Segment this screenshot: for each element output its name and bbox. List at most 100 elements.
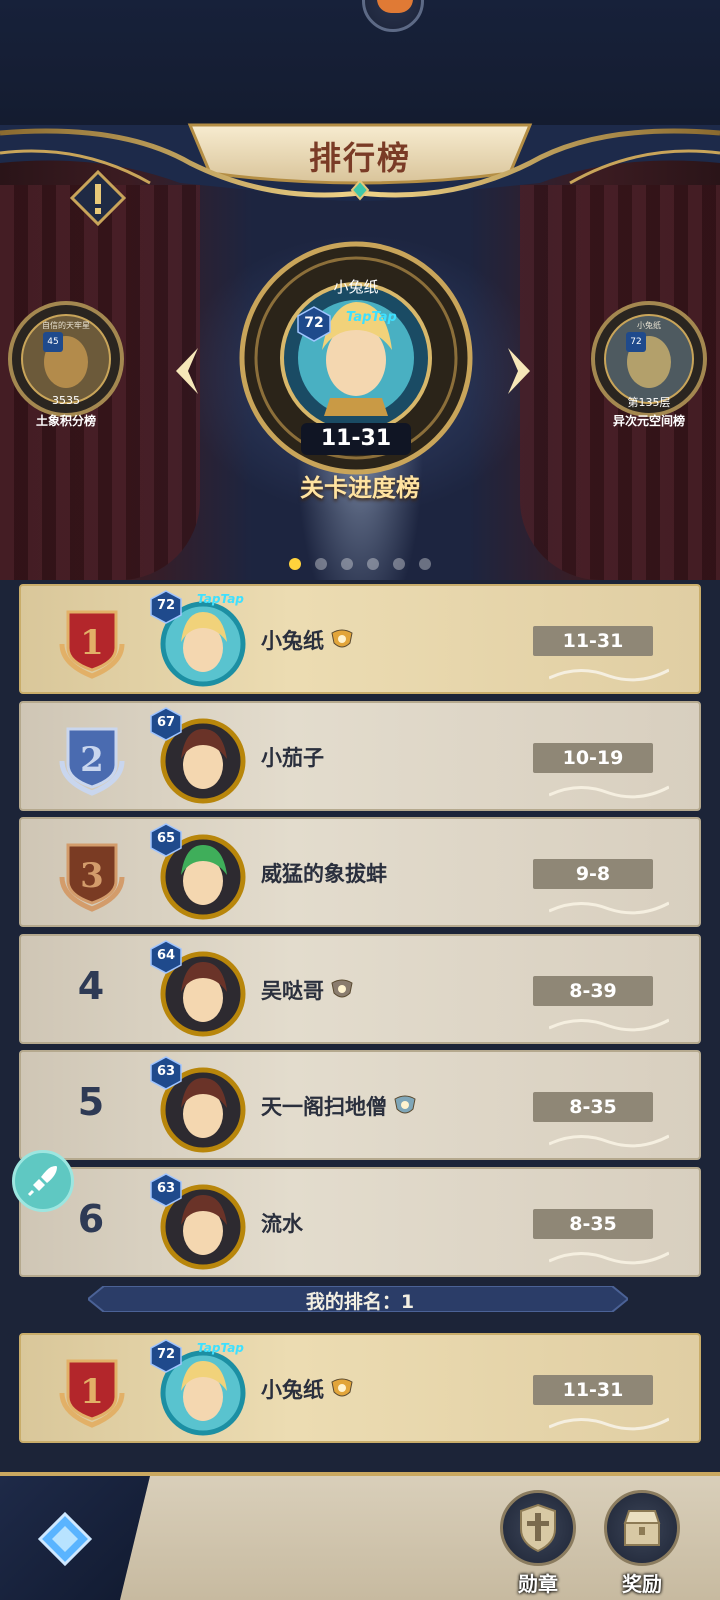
ranking-row[interactable]: 6 63 流水 8-35: [19, 1166, 701, 1277]
player-name-text: 吴哒哥: [261, 978, 324, 1003]
stage-progress: 8-35: [533, 1092, 653, 1122]
rank-number: 5: [77, 1080, 105, 1124]
rank-medal-icon: 1: [59, 610, 125, 679]
ranking-row[interactable]: 5 63 天一阁扫地僧 8-35: [19, 1050, 701, 1160]
ranking-row[interactable]: 1 72 TapTap 小兔纸 11-31: [19, 584, 701, 694]
ranking-row[interactable]: 1 72 TapTap 小兔纸 11-31: [19, 1333, 701, 1443]
level-number: 64: [156, 947, 176, 963]
center-taptap-badge: TapTap: [346, 310, 397, 325]
level-badge: 67: [149, 706, 183, 741]
center-level-badge: 72: [296, 306, 332, 342]
player-avatar[interactable]: 64: [149, 939, 247, 1038]
title-emblem-icon[interactable]: [330, 979, 354, 1001]
right-arrow-icon: [508, 348, 530, 394]
reward-chest-icon: [623, 1510, 661, 1546]
rank-medal-icon: 1: [59, 1359, 125, 1428]
page-dot[interactable]: [393, 558, 405, 570]
level-badge: 63: [149, 1172, 183, 1207]
info-icon: [69, 169, 127, 227]
crystal-emblem-icon: [37, 1511, 93, 1567]
leaderboard-card-earth-score[interactable]: 自信的天牢星 3535 土象积分榜 45: [7, 300, 125, 428]
player-avatar[interactable]: 72 TapTap: [149, 1339, 247, 1437]
rank-medal: 1: [54, 1353, 130, 1429]
quick-launch-button[interactable]: [12, 1150, 74, 1212]
player-avatar[interactable]: 63: [149, 1172, 247, 1271]
rank-medal: 2: [54, 721, 130, 797]
rank-medal: 1: [54, 604, 130, 680]
ranking-row[interactable]: 2 67 小茄子 10-19: [19, 700, 701, 811]
level-badge: 65: [149, 823, 183, 857]
row-flourish-ornament: [548, 1247, 670, 1267]
rank-medal: 3: [54, 837, 130, 913]
player-name-text: 天一阁扫地僧: [261, 1095, 387, 1119]
medal-right-score: 第135层: [627, 396, 671, 409]
medal-right-small-title: 小兔纸: [637, 321, 661, 330]
player-avatar[interactable]: 72 TapTap: [149, 590, 247, 688]
player-avatar[interactable]: 63: [149, 1056, 247, 1154]
player-name: 流水: [261, 1208, 303, 1238]
player-name: 威猛的象拔蚌: [261, 858, 387, 888]
next-board-button[interactable]: [506, 346, 532, 396]
player-name-text: 流水: [261, 1211, 303, 1236]
title-emblem-icon[interactable]: [330, 629, 354, 651]
center-level: 72: [304, 315, 324, 331]
player-avatar[interactable]: 65: [149, 823, 247, 921]
reward-button[interactable]: [604, 1490, 680, 1566]
taptap-badge: TapTap: [197, 592, 244, 606]
top-band: [0, 0, 720, 125]
left-arrow-icon: [176, 348, 198, 394]
player-name: 小兔纸: [261, 1374, 354, 1404]
row-flourish-ornament: [548, 781, 670, 801]
ranking-row[interactable]: 4 64 吴哒哥 8-39: [19, 933, 701, 1044]
leaderboard-card-stage-progress[interactable]: 小兔纸 72 TapTap 11-31: [238, 240, 474, 476]
center-score: 11-31: [301, 423, 411, 455]
player-name: 小茄子: [261, 742, 324, 772]
taptap-badge: TapTap: [197, 1341, 244, 1355]
player-name-text: 小茄子: [261, 745, 324, 770]
level-number: 65: [156, 831, 176, 846]
stage-progress: 9-8: [533, 859, 653, 889]
medal-left-level: 45: [43, 332, 63, 352]
medal-button[interactable]: [500, 1490, 576, 1566]
medal-button-label: 勋章: [518, 1572, 558, 1596]
rank-medal-icon: 3: [59, 843, 125, 912]
level-number: 72: [156, 1347, 176, 1362]
stage-progress: 11-31: [533, 1375, 653, 1405]
page-dot[interactable]: [315, 558, 327, 570]
ranking-row[interactable]: 3 65 威猛的象拔蚌 9-8: [19, 817, 701, 927]
player-name: 吴哒哥: [261, 975, 354, 1005]
level-badge: 63: [149, 1056, 183, 1090]
level-badge: 72: [149, 1339, 183, 1373]
title-emblem-icon[interactable]: [393, 1095, 417, 1117]
carousel-page-indicator: [0, 555, 720, 574]
level-number: 63: [156, 1064, 176, 1079]
medal-icon: [520, 1503, 556, 1553]
leaderboard-card-dimension-space[interactable]: 小兔纸 第135层 异次元空间榜 72: [590, 300, 708, 428]
row-flourish-ornament: [548, 897, 670, 917]
prev-board-button[interactable]: [174, 346, 200, 396]
center-board-name: 关卡进度榜: [300, 474, 420, 502]
center-player-name: 小兔纸: [333, 278, 379, 296]
row-flourish-ornament: [548, 1130, 670, 1150]
info-button[interactable]: [69, 169, 127, 227]
page-dot[interactable]: [289, 558, 301, 570]
level-badge: 72: [149, 590, 183, 624]
row-flourish-ornament: [548, 1014, 670, 1034]
player-name: 天一阁扫地僧: [261, 1091, 417, 1121]
medal-left-board-name: 土象积分榜: [35, 414, 96, 428]
rank-medal-number: 1: [80, 1372, 104, 1412]
level-badge: 64: [149, 939, 183, 974]
rank-medal-number: 1: [80, 623, 104, 663]
medal-left-small-title: 自信的天牢星: [42, 321, 90, 330]
page-dot[interactable]: [341, 558, 353, 570]
stage-progress: 11-31: [533, 626, 653, 656]
page-dot[interactable]: [367, 558, 379, 570]
paw-icon: [377, 0, 413, 13]
page-dot[interactable]: [419, 558, 431, 570]
title-emblem-icon[interactable]: [330, 1378, 354, 1400]
rocket-icon: [27, 1166, 57, 1197]
player-avatar[interactable]: 67: [149, 706, 247, 805]
medal-left-score: 3535: [52, 394, 80, 407]
rank-medal-number: 2: [80, 740, 104, 780]
medal-right-board-name: 异次元空间榜: [612, 414, 685, 428]
